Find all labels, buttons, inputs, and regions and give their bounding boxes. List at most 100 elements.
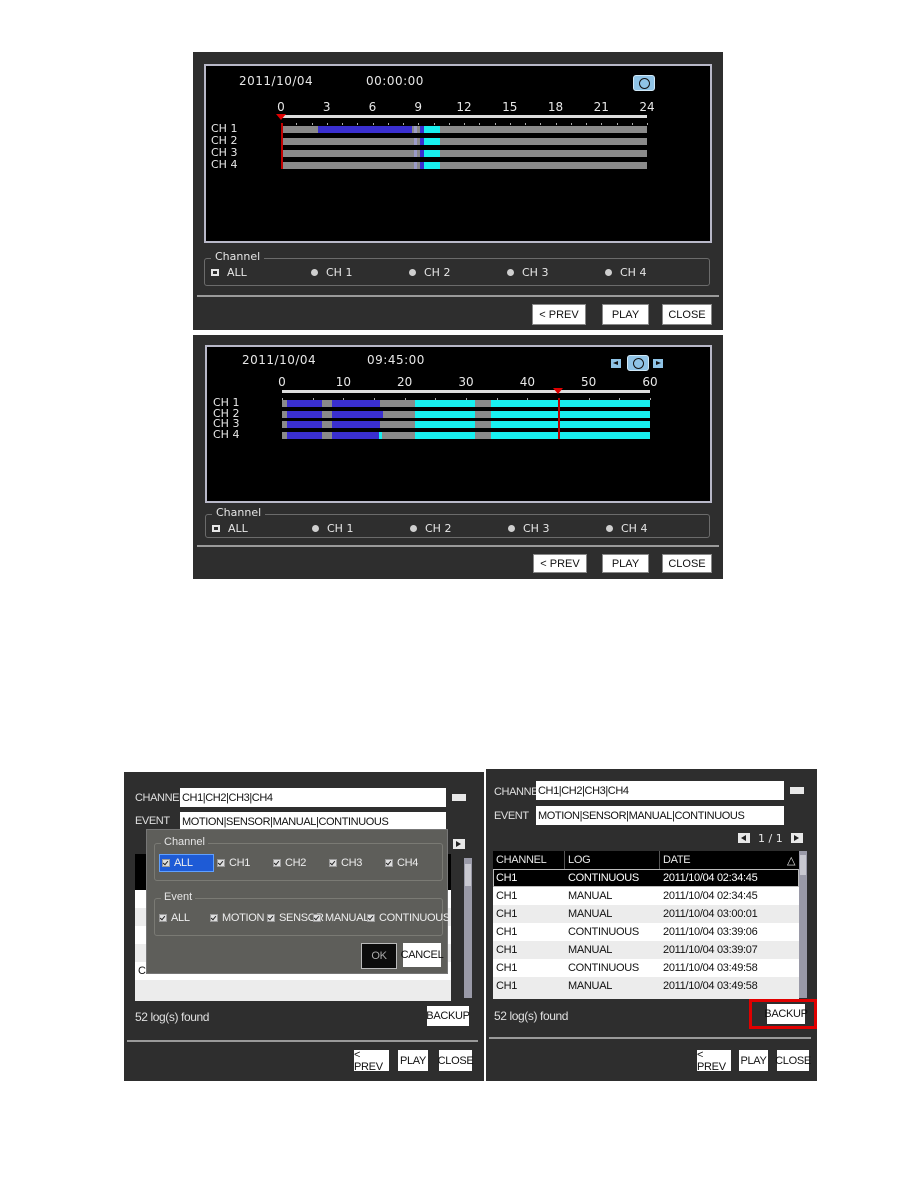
play-button[interactable]: PLAY — [398, 1050, 428, 1071]
checkbox-ch3[interactable]: CH3 — [329, 857, 362, 869]
close-button[interactable]: CLOSE — [438, 1050, 474, 1071]
table-row[interactable]: CH1 MANUAL 2011/10/04 03:00:01 — [493, 905, 799, 923]
recording-segment-continuous[interactable] — [424, 162, 440, 169]
ok-button[interactable]: OK — [361, 943, 397, 969]
backup-button[interactable]: BACKUP — [426, 1006, 470, 1026]
backup-button[interactable]: BACKUP — [764, 1004, 808, 1024]
channel-filter-input[interactable]: CH1|CH2|CH3|CH4 — [180, 788, 446, 807]
channel-track[interactable] — [282, 400, 650, 407]
channel-radio-ch4[interactable]: CH 4 — [606, 522, 647, 535]
checkbox-continuous[interactable]: CONTINUOUS — [367, 912, 450, 924]
next-page-icon[interactable] — [453, 839, 465, 849]
recording-segment-continuous[interactable] — [424, 138, 440, 145]
play-button[interactable]: PLAY — [602, 304, 649, 325]
recording-segment-faint[interactable] — [414, 138, 418, 145]
time-ruler[interactable] — [282, 390, 650, 393]
channel-track[interactable] — [281, 126, 647, 133]
recording-segment-continuous[interactable] — [490, 421, 650, 428]
recording-segment-continuous[interactable] — [378, 431, 382, 439]
prev-arrow-icon[interactable] — [611, 359, 621, 368]
channel-radio-ch3[interactable]: CH 3 — [507, 266, 548, 279]
recording-segment-manual[interactable] — [286, 421, 323, 428]
channel-filter-input[interactable]: CH1|CH2|CH3|CH4 — [536, 781, 784, 800]
clock-icon[interactable] — [627, 355, 649, 371]
playhead-line[interactable] — [281, 123, 283, 169]
time-ruler[interactable] — [281, 115, 647, 118]
channel-radio-all[interactable]: ALL — [211, 266, 247, 279]
recording-segment-continuous[interactable] — [490, 410, 650, 418]
clock-icon[interactable] — [633, 75, 655, 91]
table-row[interactable]: CH1 MANUAL 2011/10/04 03:49:58 — [493, 977, 799, 995]
table-row[interactable]: CH1 CONTINUOUS 2011/10/04 02:34:45 — [493, 869, 799, 887]
recording-segment-continuous[interactable] — [415, 431, 476, 439]
column-header-log[interactable]: LOG — [568, 854, 591, 866]
recording-segment-manual[interactable] — [286, 400, 323, 407]
channel-track[interactable] — [281, 162, 647, 169]
table-row[interactable]: CH1 CONTINUOUS 2011/10/04 03:39:06 — [493, 923, 799, 941]
table-row[interactable]: CH1 MANUAL 2011/10/04 03:39:07 — [493, 941, 799, 959]
recording-segment-continuous[interactable] — [415, 400, 476, 407]
recording-segment-continuous[interactable] — [490, 431, 650, 439]
channel-track[interactable] — [281, 138, 647, 145]
scrollbar-thumb[interactable] — [800, 855, 806, 875]
column-header-date[interactable]: DATE — [663, 854, 691, 866]
scrollbar[interactable] — [464, 858, 472, 998]
scrollbar-thumb[interactable] — [465, 864, 471, 886]
prev-button[interactable]: < PREV — [697, 1049, 731, 1073]
checkbox-motion[interactable]: MOTION — [210, 912, 265, 924]
checkbox-manual[interactable]: MANUAL — [313, 912, 369, 924]
checkbox-ch4[interactable]: CH4 — [385, 857, 418, 869]
prev-page-icon[interactable] — [738, 833, 750, 843]
channel-radio-ch4[interactable]: CH 4 — [605, 266, 646, 279]
play-button[interactable]: PLAY — [602, 554, 649, 573]
next-page-icon[interactable] — [791, 833, 803, 843]
recording-segment-continuous[interactable] — [424, 126, 440, 133]
recording-segment-faint[interactable] — [414, 126, 418, 133]
scrollbar[interactable] — [799, 851, 807, 998]
close-button[interactable]: CLOSE — [775, 1050, 811, 1071]
channel-track[interactable] — [282, 421, 650, 428]
playhead-marker[interactable] — [276, 114, 286, 120]
checkbox-ch2[interactable]: CH2 — [273, 857, 306, 869]
cancel-button[interactable]: CANCEL — [401, 943, 444, 967]
channel-radio-ch1[interactable]: CH 1 — [311, 266, 352, 279]
recording-segment-continuous[interactable] — [415, 410, 476, 418]
play-button[interactable]: PLAY — [739, 1050, 768, 1071]
recording-segment-manual[interactable] — [286, 410, 323, 418]
channel-radio-ch2[interactable]: CH 2 — [410, 522, 451, 535]
channel-radio-ch2[interactable]: CH 2 — [409, 266, 450, 279]
channel-track[interactable] — [282, 431, 650, 439]
channel-track[interactable] — [282, 410, 650, 418]
search-toggle[interactable] — [790, 787, 804, 794]
playhead-line[interactable] — [558, 398, 560, 439]
channel-radio-ch1[interactable]: CH 1 — [312, 522, 353, 535]
channel-track[interactable] — [281, 150, 647, 157]
event-filter-input[interactable]: MOTION|SENSOR|MANUAL|CONTINUOUS — [536, 806, 784, 825]
prev-button[interactable]: < PREV — [533, 554, 587, 573]
sort-indicator[interactable]: △ — [787, 854, 795, 867]
next-arrow-icon[interactable] — [653, 359, 663, 368]
recording-segment-continuous[interactable] — [415, 421, 476, 428]
recording-segment-continuous[interactable] — [490, 400, 650, 407]
recording-segment-manual[interactable] — [331, 410, 383, 418]
recording-segment-continuous[interactable] — [424, 150, 440, 157]
recording-segment-manual[interactable] — [317, 126, 413, 133]
recording-segment-manual[interactable] — [331, 421, 381, 428]
recording-segment-manual[interactable] — [331, 431, 379, 439]
close-button[interactable]: CLOSE — [662, 554, 712, 573]
recording-segment-manual[interactable] — [331, 400, 381, 407]
prev-button[interactable]: < PREV — [354, 1049, 389, 1073]
prev-button[interactable]: < PREV — [532, 304, 586, 325]
column-header-channel[interactable]: CHANNEL — [496, 854, 547, 866]
checkbox-all[interactable]: ALL — [159, 854, 214, 872]
table-row[interactable]: CH1 MANUAL 2011/10/04 02:34:45 — [493, 887, 799, 905]
table-row[interactable] — [135, 980, 451, 1001]
checkbox-ch1[interactable]: CH1 — [217, 857, 250, 869]
channel-radio-all[interactable]: ALL — [212, 522, 248, 535]
channel-radio-ch3[interactable]: CH 3 — [508, 522, 549, 535]
close-button[interactable]: CLOSE — [662, 304, 712, 325]
search-toggle[interactable] — [452, 794, 466, 801]
playhead-marker[interactable] — [553, 388, 563, 394]
table-row[interactable]: CH1 CONTINUOUS 2011/10/04 03:49:58 — [493, 959, 799, 977]
recording-segment-faint[interactable] — [414, 162, 418, 169]
